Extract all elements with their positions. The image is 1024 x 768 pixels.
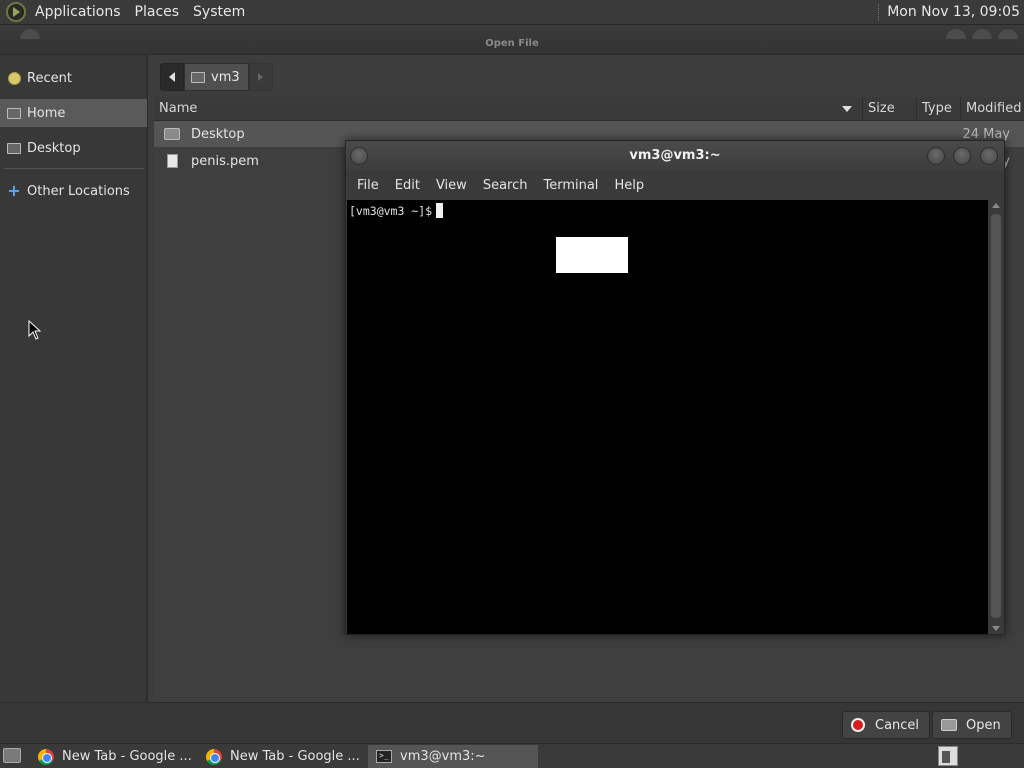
sort-descending-icon <box>842 106 852 112</box>
desktop-folder-icon <box>7 142 21 154</box>
distro-logo-icon[interactable] <box>6 2 26 22</box>
taskbar-item-label: New Tab - Google ... <box>62 749 192 764</box>
home-folder-icon <box>191 71 205 83</box>
cancel-button-label: Cancel <box>875 717 920 733</box>
sidebar-item-desktop[interactable]: Desktop <box>0 134 147 162</box>
sidebar-item-recent[interactable]: Recent <box>0 64 147 92</box>
path-crumb-vm3[interactable]: vm3 <box>184 63 249 91</box>
places-menu[interactable]: Places <box>132 4 183 20</box>
file-list-header: Name Size Type Modified <box>154 97 1024 121</box>
recent-icon <box>7 71 21 85</box>
text-cursor <box>436 203 444 218</box>
path-forward-button[interactable] <box>248 63 273 91</box>
folder-icon <box>164 128 180 140</box>
top-panel: Applications Places System Mon Nov 13, 0… <box>0 0 1024 25</box>
open-folder-icon <box>941 719 957 731</box>
file-name: penis.pem <box>191 153 259 169</box>
column-header-size[interactable]: Size <box>862 97 916 121</box>
taskbar-item-terminal[interactable]: >_ vm3@vm3:~ <box>368 745 538 768</box>
terminal-prompt: [vm3@vm3 ~]$ <box>349 204 433 218</box>
taskbar-item-chrome-1[interactable]: New Tab - Google ... <box>30 745 198 768</box>
taskbar-item-label: vm3@vm3:~ <box>400 749 486 764</box>
path-crumb-label: vm3 <box>211 69 240 85</box>
menu-terminal[interactable]: Terminal <box>535 178 606 193</box>
chrome-icon <box>38 748 54 765</box>
close-button[interactable] <box>980 147 998 165</box>
system-menu[interactable]: System <box>190 4 248 20</box>
minimize-button[interactable] <box>927 147 945 165</box>
menu-file[interactable]: File <box>349 178 387 193</box>
path-back-button[interactable] <box>160 63 184 91</box>
menu-edit[interactable]: Edit <box>387 178 428 193</box>
terminal-title: vm3@vm3:~ <box>629 148 721 163</box>
plus-icon: + <box>7 181 21 200</box>
window-menu-button[interactable] <box>350 147 368 165</box>
sidebar-item-label: Home <box>27 105 66 121</box>
terminal-menubar: File Edit View Search Terminal Help <box>346 171 1004 199</box>
column-header-modified[interactable]: Modified <box>960 97 1024 121</box>
terminal-titlebar[interactable]: vm3@vm3:~ <box>346 141 1004 171</box>
scroll-down-icon[interactable] <box>992 626 1000 631</box>
open-button[interactable]: Open <box>932 711 1012 739</box>
sidebar-item-label: Recent <box>27 70 72 86</box>
bottom-taskbar: New Tab - Google ... New Tab - Google ..… <box>0 743 1024 768</box>
cancel-icon <box>851 718 865 732</box>
column-header-label: Name <box>159 101 198 116</box>
workspace-switcher[interactable] <box>938 746 958 766</box>
applications-menu[interactable]: Applications <box>32 4 124 20</box>
dialog-title: Open File <box>0 25 1024 55</box>
home-folder-icon <box>7 107 21 119</box>
redaction-block <box>556 237 628 273</box>
chevron-right-icon <box>258 73 264 81</box>
show-desktop-icon[interactable] <box>3 748 21 763</box>
cancel-button[interactable]: Cancel <box>842 711 931 739</box>
dialog-footer: Cancel Open <box>0 702 1024 743</box>
chrome-icon <box>206 748 222 765</box>
sidebar-item-home[interactable]: Home <box>0 99 147 127</box>
maximize-button[interactable] <box>953 147 971 165</box>
file-name: Desktop <box>191 126 245 142</box>
terminal-prompt-line: [vm3@vm3 ~]$ <box>349 203 444 218</box>
path-bar: vm3 <box>160 63 273 91</box>
column-header-name[interactable]: Name <box>154 97 862 121</box>
terminal-output[interactable]: [vm3@vm3 ~]$ <box>347 200 988 634</box>
clock[interactable]: Mon Nov 13, 09:05 <box>878 4 1020 21</box>
sidebar-divider <box>4 168 144 169</box>
scrollbar-thumb[interactable] <box>991 214 1001 618</box>
sidebar-item-label: Other Locations <box>27 183 130 199</box>
open-button-label: Open <box>966 717 1001 733</box>
taskbar-item-chrome-2[interactable]: New Tab - Google ... <box>198 745 366 768</box>
menu-help[interactable]: Help <box>606 178 652 193</box>
terminal-scrollbar[interactable] <box>988 200 1004 634</box>
document-icon <box>166 154 178 168</box>
menu-view[interactable]: View <box>428 178 475 193</box>
chevron-left-icon <box>169 72 175 82</box>
scroll-up-icon[interactable] <box>992 203 1000 208</box>
terminal-icon: >_ <box>376 750 392 763</box>
taskbar-item-label: New Tab - Google ... <box>230 749 360 764</box>
column-header-type[interactable]: Type <box>916 97 960 121</box>
sidebar-item-other-locations[interactable]: + Other Locations <box>0 177 147 205</box>
terminal-window: vm3@vm3:~ File Edit View Search Terminal… <box>345 140 1005 635</box>
sidebar-item-label: Desktop <box>27 140 81 156</box>
menu-search[interactable]: Search <box>475 178 536 193</box>
places-sidebar: Recent Home Desktop + Other Locations <box>0 55 148 702</box>
